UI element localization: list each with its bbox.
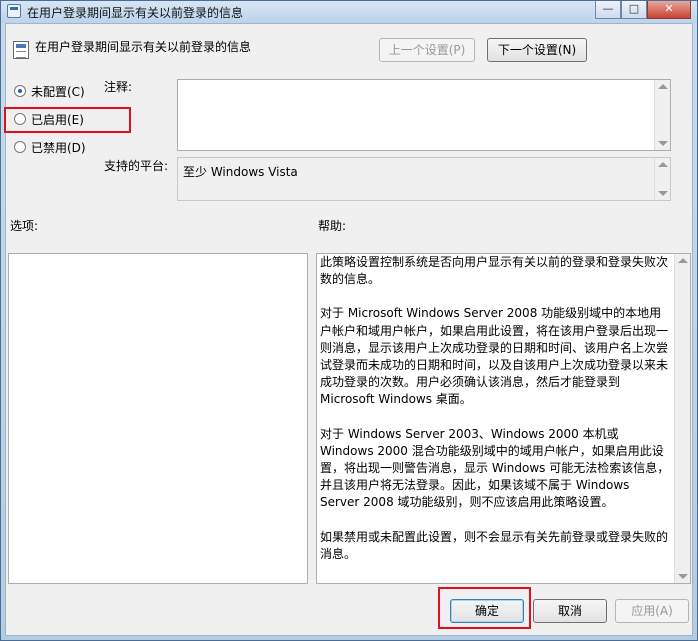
platform-value: 至少 Windows Vista [183,165,298,179]
radio-disabled[interactable]: 已禁用(D) [14,138,86,156]
next-setting-button[interactable]: 下一个设置(N) [487,38,587,62]
options-panel [8,253,308,584]
help-label: 帮助: [318,219,347,233]
comment-label: 注释: [104,80,133,94]
help-panel[interactable]: 此策略设置控制系统是否向用户显示有关以前的登录和登录失败次数的信息。 对于 Mi… [316,253,691,584]
radio-label: 已禁用(D) [31,140,86,155]
radio-label: 未配置(C) [31,84,85,99]
radio-enabled[interactable]: 已启用(E) [14,110,84,128]
help-scrollbar[interactable] [674,254,690,583]
scroll-down-icon[interactable] [658,141,668,146]
radio-dot[interactable] [14,113,26,125]
help-paragraph: 如果禁用或未配置此设置，则不会显示有关先前登录或登录失败的消息。 [320,529,669,561]
platform-field: 至少 Windows Vista [177,157,671,201]
radio-dot[interactable] [14,85,26,97]
platform-scrollbar[interactable] [654,158,670,200]
apply-button[interactable]: 应用(A) [615,599,689,623]
help-paragraph: 此策略设置控制系统是否向用户显示有关以前的登录和登录失败次数的信息。 [320,255,669,287]
help-text: 此策略设置控制系统是否向用户显示有关以前的登录和登录失败次数的信息。 对于 Mi… [320,254,672,580]
platform-label: 支持的平台: [104,159,169,173]
comment-scrollbar[interactable] [654,80,670,150]
close-button[interactable]: ✕ [647,1,691,19]
policy-name: 在用户登录期间显示有关以前登录的信息 [35,40,252,54]
help-paragraph: 对于 Windows Server 2003、Windows 2000 本机或 … [320,426,670,510]
policy-icon [13,41,29,59]
radio-not-configured[interactable]: 未配置(C) [14,82,85,100]
previous-setting-button[interactable]: 上一个设置(P) [379,38,475,62]
title-bar[interactable]: 在用户登录期间显示有关以前登录的信息 — □ ✕ [1,1,697,23]
scroll-up-icon[interactable] [658,162,668,167]
scroll-up-icon[interactable] [658,84,668,89]
scroll-down-icon[interactable] [678,574,688,579]
options-label: 选项: [10,219,39,233]
scroll-up-icon[interactable] [678,258,688,263]
cancel-button[interactable]: 取消 [533,599,607,623]
window-title: 在用户登录期间显示有关以前登录的信息 [27,6,244,20]
radio-dot[interactable] [14,141,26,153]
ok-button[interactable]: 确定 [450,599,524,623]
maximize-button[interactable]: □ [621,1,647,19]
radio-label: 已启用(E) [31,112,84,127]
scroll-down-icon[interactable] [658,191,668,196]
comment-field[interactable] [177,79,671,151]
help-paragraph: 对于 Microsoft Windows Server 2008 功能级别域中的… [320,306,669,407]
dialog-body: 在用户登录期间显示有关以前登录的信息 上一个设置(P) 下一个设置(N) 未配置… [4,23,693,636]
minimize-button[interactable]: — [595,1,621,19]
dialog-window: 在用户登录期间显示有关以前登录的信息 — □ ✕ 在用户登录期间显示有关以前登录… [0,0,698,641]
window-icon [7,4,21,18]
